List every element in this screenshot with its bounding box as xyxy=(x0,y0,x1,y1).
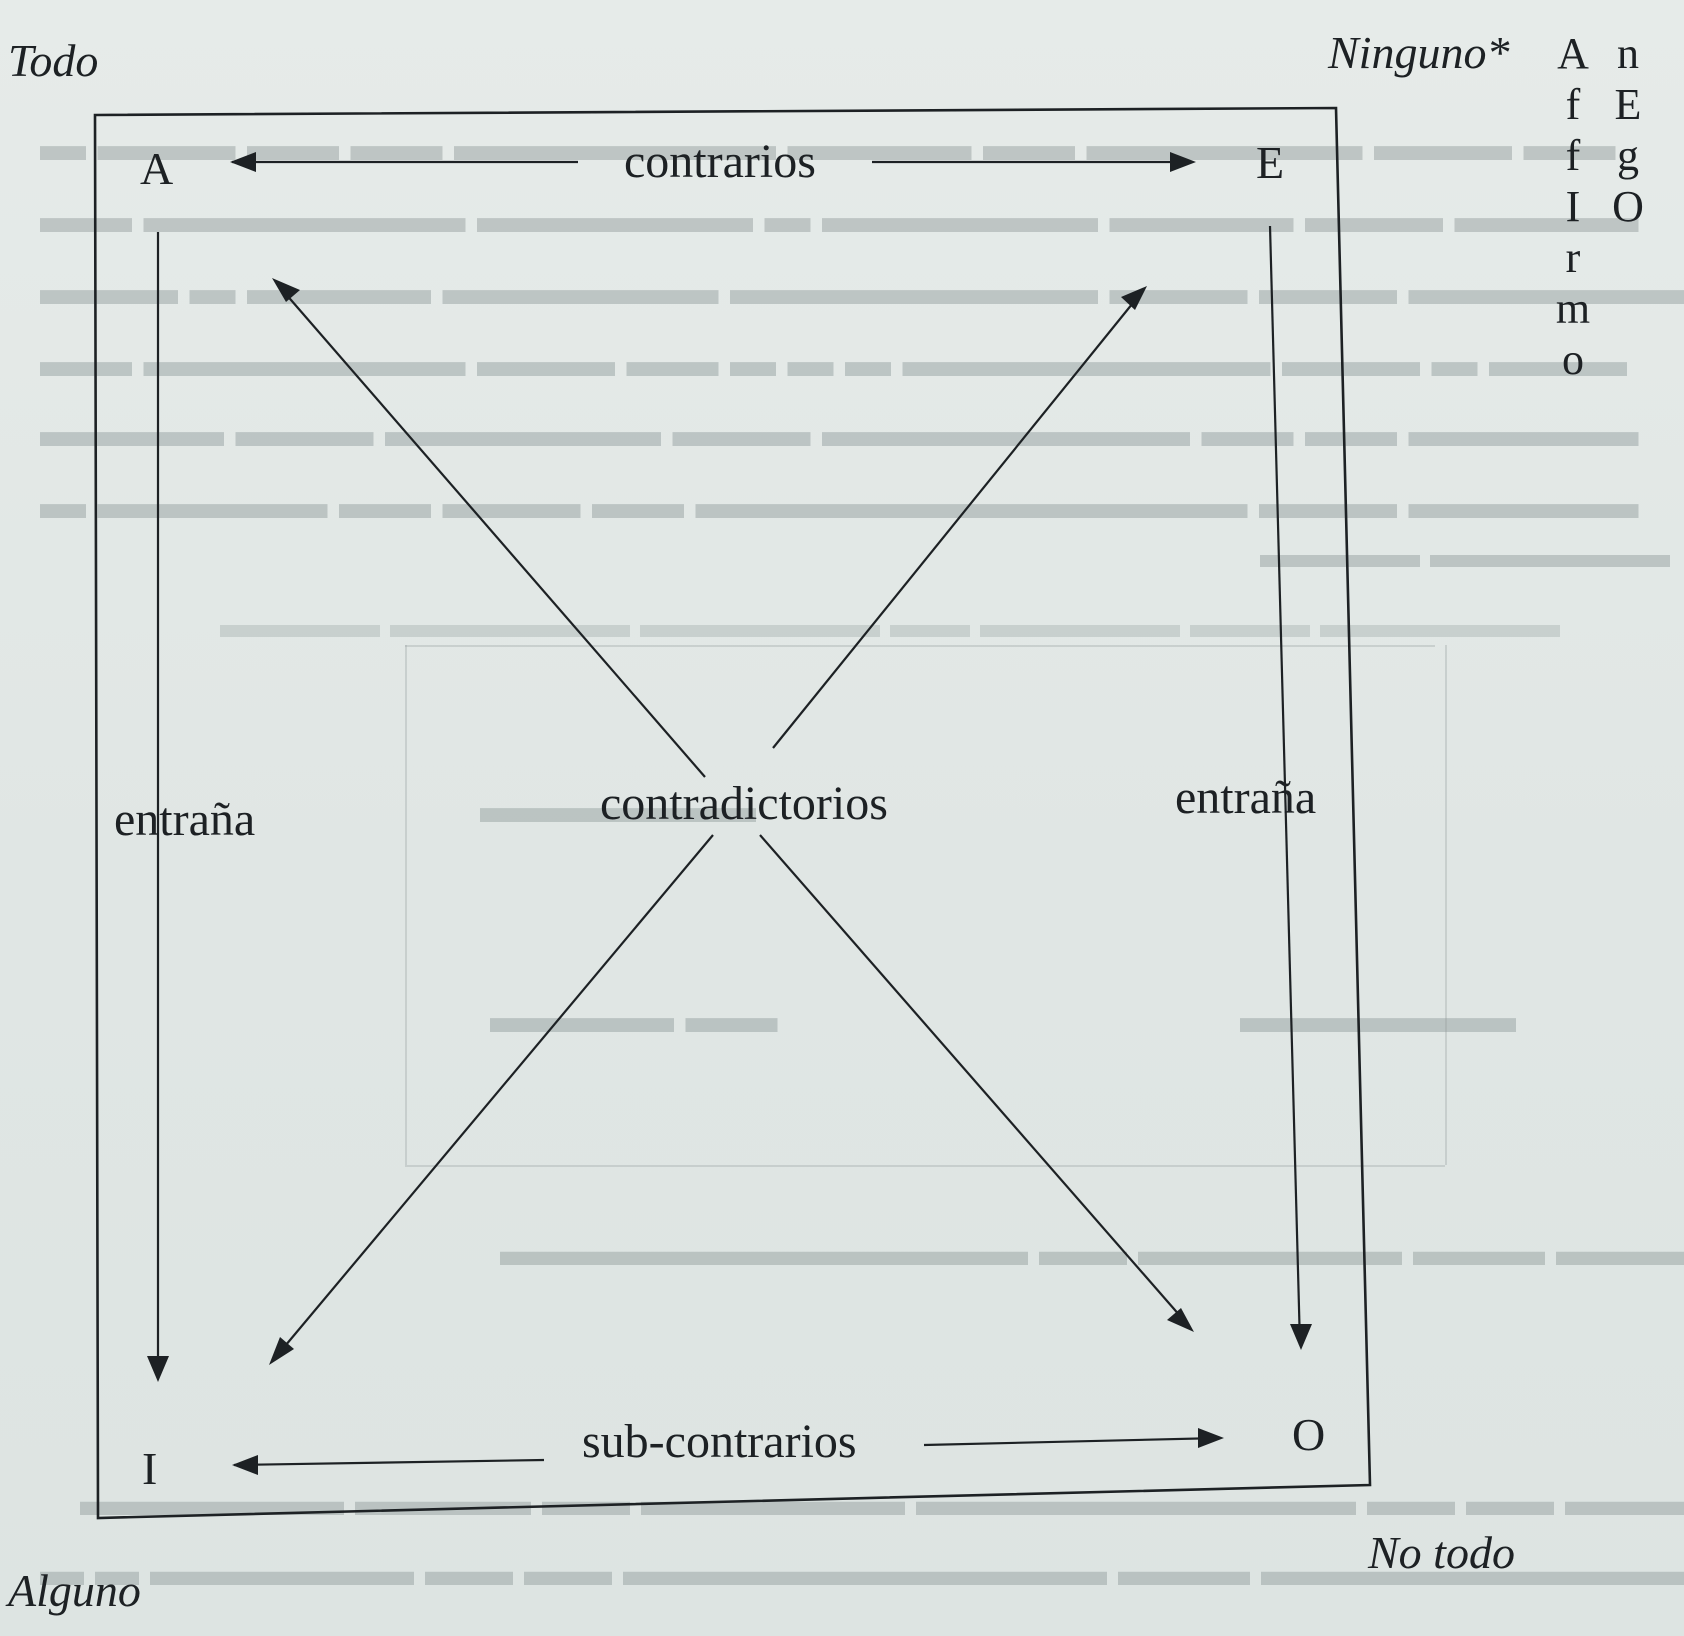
arrowhead xyxy=(1290,1324,1312,1350)
mnemonic-letter: E xyxy=(1614,80,1642,129)
subcontrarios-arrow-left xyxy=(233,1458,545,1467)
mnemonic-letter: A xyxy=(1557,29,1589,78)
mnemonic-letter: o xyxy=(1562,335,1584,384)
mnemonic-affirmo: A f f I r m o xyxy=(1553,32,1593,387)
contradictorios-arrow-e xyxy=(772,292,1142,749)
mnemonic-letter: f xyxy=(1565,131,1581,180)
relation-entrana-left: entraña xyxy=(114,793,256,846)
arrowhead xyxy=(1170,152,1196,172)
arrowhead xyxy=(272,278,300,302)
arrowhead xyxy=(230,152,256,172)
vertex-i: I xyxy=(142,1443,158,1494)
vertex-o: O xyxy=(1292,1409,1326,1460)
mnemonic-letter: I xyxy=(1565,182,1581,231)
mnemonic-letter: r xyxy=(1565,233,1581,282)
relation-contradictorios: contradictorios xyxy=(600,777,888,830)
relation-sub-contrarios: sub-contrarios xyxy=(582,1415,857,1468)
relation-entrana-right: entraña xyxy=(1175,771,1317,824)
contradictorios-arrow-i xyxy=(274,834,714,1359)
mnemonic-letter: g xyxy=(1617,131,1639,180)
arrowhead xyxy=(232,1455,258,1475)
mnemonic-nego: n E g O xyxy=(1608,32,1648,234)
mnemonic-letter: O xyxy=(1612,182,1644,231)
quantifier-alguno: Alguno xyxy=(8,1565,141,1616)
relation-contrarios: contrarios xyxy=(624,135,816,188)
mnemonic-letter: m xyxy=(1555,284,1591,333)
mnemonic-letter: f xyxy=(1565,80,1581,129)
subcontrarios-arrow-right xyxy=(923,1436,1221,1447)
vertex-e: E xyxy=(1256,137,1285,188)
contradictorios-arrow-o xyxy=(759,834,1189,1326)
arrowhead xyxy=(1167,1308,1194,1332)
quantifier-todo: Todo xyxy=(8,35,99,86)
arrowhead xyxy=(1121,286,1147,310)
arrowhead xyxy=(1198,1428,1224,1448)
arrowhead xyxy=(147,1356,169,1382)
contradictorios-arrow-a xyxy=(277,284,706,778)
quantifier-ninguno: Ninguno* xyxy=(1328,27,1510,78)
mnemonic-letter: n xyxy=(1617,29,1639,78)
vertex-a: A xyxy=(140,143,174,194)
quantifier-no-todo: No todo xyxy=(1368,1527,1515,1578)
